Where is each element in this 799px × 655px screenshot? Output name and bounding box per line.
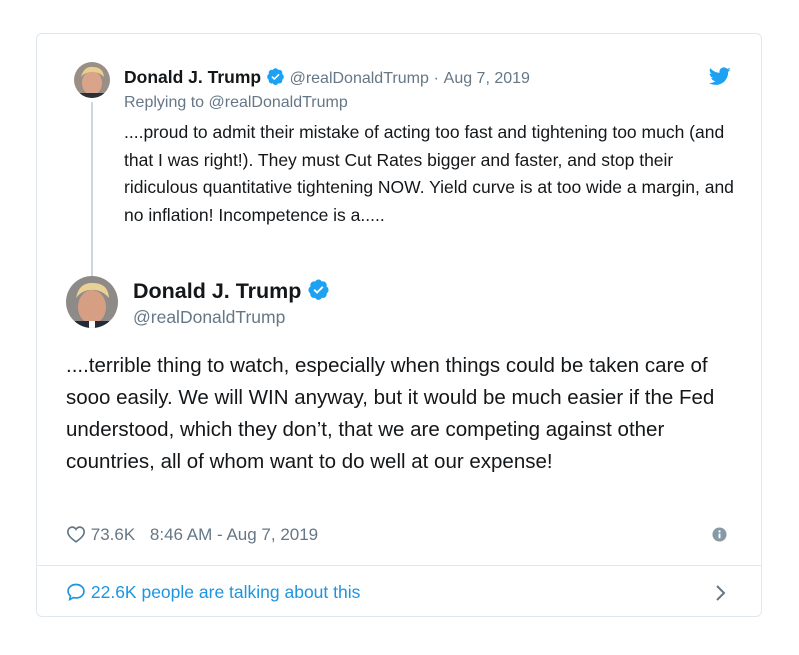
main-author-handle[interactable]: @realDonaldTrump xyxy=(133,306,285,328)
embedded-tweet-card: Donald J. Trump @realDonaldTrump · Aug 7… xyxy=(36,33,762,617)
verified-badge-icon xyxy=(266,67,285,92)
info-icon[interactable] xyxy=(712,527,727,542)
people-talking-link[interactable]: 22.6K people are talking about this xyxy=(66,581,360,603)
chevron-right-icon[interactable] xyxy=(715,583,727,603)
quoted-author-handle[interactable]: @realDonaldTrump xyxy=(290,70,429,87)
twitter-bird-icon[interactable] xyxy=(708,67,731,86)
like-count: 73.6K xyxy=(90,525,136,544)
tweet-timestamp[interactable]: 8:46 AM - Aug 7, 2019 xyxy=(150,525,318,544)
main-avatar[interactable] xyxy=(66,276,118,328)
quoted-author-name[interactable]: Donald J. Trump xyxy=(124,67,261,87)
main-tweet-text: ....terrible thing to watch, especially … xyxy=(66,354,715,473)
quoted-date[interactable]: Aug 7, 2019 xyxy=(444,70,530,87)
footer-divider xyxy=(37,565,761,566)
people-talking-text: 22.6K people are talking about this xyxy=(90,582,361,602)
like-button[interactable]: 73.6K xyxy=(66,525,140,544)
quoted-header: Donald J. Trump @realDonaldTrump · Aug 7… xyxy=(124,66,530,92)
main-author-name[interactable]: Donald J. Trump xyxy=(133,279,301,303)
reply-bubble-icon xyxy=(66,582,86,602)
heart-icon xyxy=(66,525,86,543)
replying-to[interactable]: Replying to @realDonaldTrump xyxy=(124,92,348,114)
tweet-meta-row: 73.6K 8:46 AM - Aug 7, 2019 xyxy=(66,524,318,546)
main-author-name-row: Donald J. Trump xyxy=(133,278,330,307)
quoted-avatar[interactable] xyxy=(74,62,110,98)
header-separator: · xyxy=(433,70,439,87)
quoted-tweet-text: ....proud to admit their mistake of acti… xyxy=(124,122,734,225)
verified-badge-icon xyxy=(307,278,330,307)
thread-line xyxy=(91,102,93,288)
